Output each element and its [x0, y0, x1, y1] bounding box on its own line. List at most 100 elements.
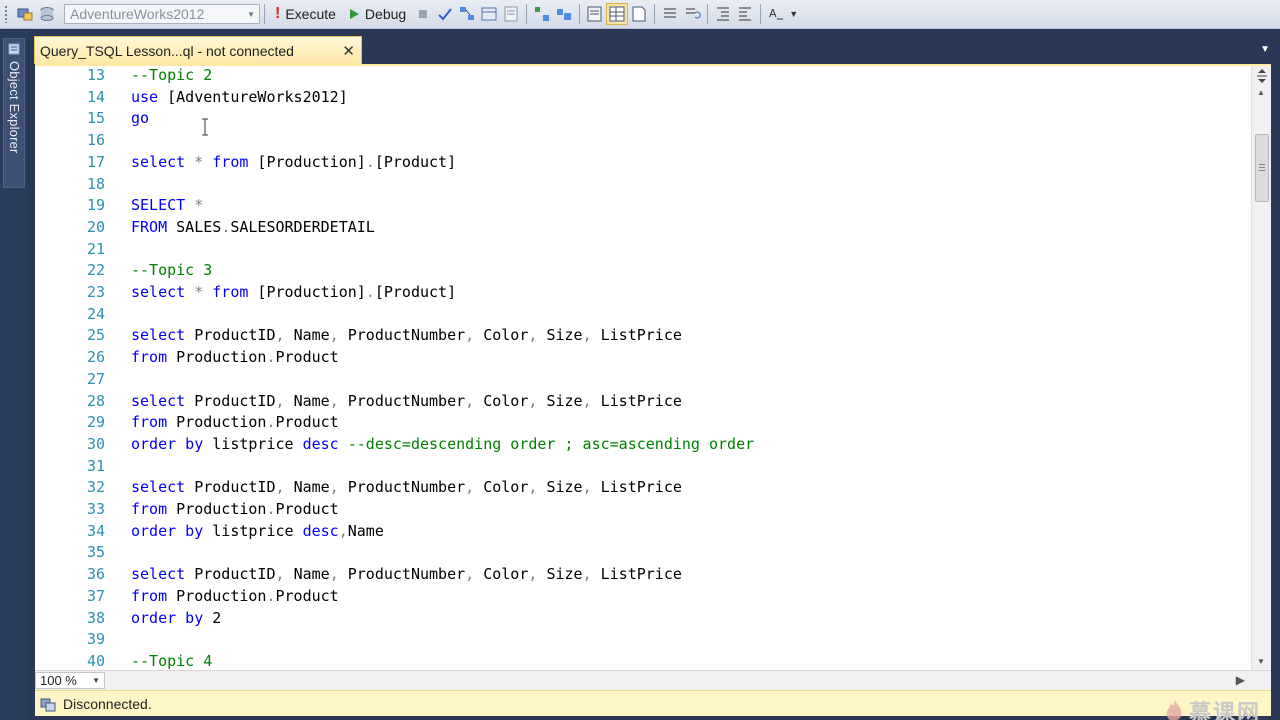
code-line[interactable]: 25 select ProductID, Name, ProductNumber,… [35, 324, 682, 346]
parse-checkmark-icon[interactable] [434, 3, 456, 25]
code-line[interactable]: 32 select ProductID, Name, ProductNumber,… [35, 476, 682, 498]
code-line[interactable]: 36 select ProductID, Name, ProductNumber,… [35, 563, 682, 585]
status-bar: Disconnected. 慕课网 [35, 690, 1271, 720]
vertical-scrollbar[interactable]: ▲ ▼ [1251, 66, 1271, 670]
code-line[interactable]: 39 [35, 628, 105, 650]
scroll-down-icon[interactable]: ▼ [1257, 657, 1265, 666]
line-code: order by listprice desc --desc=descendin… [131, 435, 754, 453]
code-line[interactable]: 19 SELECT * [35, 194, 203, 216]
scroll-up-icon[interactable]: ▲ [1257, 88, 1265, 97]
code-token: , [338, 521, 348, 540]
code-line[interactable]: 15 go [35, 107, 149, 129]
tab-overflow-icon[interactable]: ▼ [1260, 44, 1270, 55]
code-line[interactable]: 27 [35, 368, 105, 390]
code-line[interactable]: 34 order by listprice desc,Name [35, 520, 384, 542]
line-number: 39 [86, 630, 105, 649]
code-line[interactable]: 33 from Production.Product [35, 498, 339, 520]
code-line[interactable]: 35 [35, 541, 105, 563]
code-token: , [528, 391, 547, 410]
increase-indent-icon[interactable] [734, 3, 756, 25]
estimated-plan-icon[interactable] [456, 3, 478, 25]
zoom-value: 100 % [40, 673, 77, 688]
code-token: SALESORDERDETAIL [230, 217, 375, 236]
object-explorer-label: Object Explorer [7, 61, 22, 154]
code-token: , [275, 391, 294, 410]
code-token: Size [546, 326, 583, 345]
query-editor[interactable]: 13 --Topic 2 14 use [AdventureWorks2012] 15 g… [35, 64, 1271, 670]
results-to-text-icon[interactable] [584, 3, 606, 25]
line-number: 13 [86, 66, 105, 84]
decrease-indent-icon[interactable] [712, 3, 734, 25]
code-token: use [131, 87, 159, 106]
code-token: select [131, 326, 186, 345]
code-line[interactable]: 29 from Production.Product [35, 411, 339, 433]
code-line[interactable]: 22 --Topic 3 [35, 259, 212, 281]
debug-button[interactable]: Debug [342, 3, 412, 25]
horizontal-scrollbar[interactable]: ▶ [109, 671, 1249, 690]
intellisense-icon[interactable] [531, 3, 553, 25]
code-line[interactable]: 37 from Production.Product [35, 585, 339, 607]
stop-icon[interactable] [412, 3, 434, 25]
toolbar-overflow-icon[interactable]: ▼ [789, 9, 798, 19]
code-token: , [582, 565, 601, 584]
code-token: select [131, 478, 186, 497]
code-token: from [131, 348, 168, 367]
code-line[interactable]: 38 order by 2 [35, 607, 221, 629]
object-explorer-tab[interactable]: Object Explorer [3, 38, 25, 188]
tab-query-tsql[interactable]: Query_TSQL Lesson...ql - not connected ✕ [34, 36, 362, 64]
code-token: Product [275, 348, 339, 367]
code-line[interactable]: 13 --Topic 2 [35, 66, 212, 86]
code-line[interactable]: 18 [35, 173, 105, 195]
zoom-select[interactable]: 100 % ▼ [35, 672, 105, 689]
connection-status-icon [40, 698, 56, 711]
code-token: . [266, 500, 276, 518]
code-token: ProductID [185, 391, 276, 410]
code-line[interactable]: 26 from Production.Product [35, 346, 339, 368]
query-designer-icon[interactable] [478, 3, 500, 25]
line-code: from Production.Product [131, 348, 339, 366]
code-area[interactable]: 13 --Topic 2 14 use [AdventureWorks2012] 15 g… [35, 66, 1251, 670]
code-token: Size [546, 391, 583, 410]
specify-template-values-icon[interactable]: A [765, 3, 787, 25]
available-databases-icon[interactable] [36, 3, 58, 25]
line-number: 35 [86, 543, 105, 562]
scroll-right-icon[interactable]: ▶ [1236, 673, 1245, 687]
code-line[interactable]: 17 select * from [Production].[Product] [35, 151, 456, 173]
watermark-text: 慕课网 [1188, 700, 1261, 720]
code-token: , [528, 478, 547, 497]
line-code: select ProductID, Name, ProductNumber, C… [131, 478, 682, 496]
toolbar-grip[interactable] [4, 5, 8, 23]
query-options-icon[interactable] [500, 3, 522, 25]
code-line[interactable]: 28 select ProductID, Name, ProductNumber,… [35, 390, 682, 412]
uncomment-lines-icon[interactable] [681, 3, 703, 25]
code-line[interactable]: 23 select * from [Production].[Product] [35, 281, 456, 303]
execute-button[interactable]: ! Execute [269, 3, 342, 25]
code-token: Product [275, 413, 339, 432]
results-to-file-icon[interactable] [628, 3, 650, 25]
code-line[interactable]: 40 --Topic 4 [35, 650, 212, 670]
code-line[interactable]: 14 use [AdventureWorks2012] [35, 86, 348, 108]
actual-plan-icon[interactable] [553, 3, 575, 25]
toolbar-separator [654, 4, 656, 24]
line-code: --Topic 4 [131, 652, 212, 670]
code-token: ProductNumber [347, 565, 466, 584]
code-line[interactable]: 21 [35, 238, 105, 260]
results-to-grid-icon[interactable] [606, 3, 629, 25]
change-connection-icon[interactable] [14, 3, 36, 25]
scroll-thumb[interactable] [1255, 134, 1269, 202]
code-token: order by [131, 521, 204, 540]
code-line[interactable]: 31 [35, 455, 105, 477]
code-line[interactable]: 16 [35, 129, 105, 151]
line-number: 34 [86, 521, 105, 540]
close-icon[interactable]: ✕ [342, 42, 355, 60]
code-line[interactable]: 30 order by listprice desc --desc=descend… [35, 433, 754, 455]
code-token: Name [293, 326, 330, 345]
object-explorer-rail: Object Explorer [0, 30, 28, 720]
code-line[interactable]: 24 [35, 303, 105, 325]
code-line[interactable]: 20 FROM SALES.SALESORDERDETAIL [35, 216, 375, 238]
split-editor-icon[interactable] [1255, 68, 1269, 84]
database-select[interactable]: AdventureWorks2012 ▼ [64, 4, 260, 24]
line-number: 22 [86, 261, 105, 280]
toolbar-separator [707, 4, 709, 24]
comment-lines-icon[interactable] [659, 3, 681, 25]
